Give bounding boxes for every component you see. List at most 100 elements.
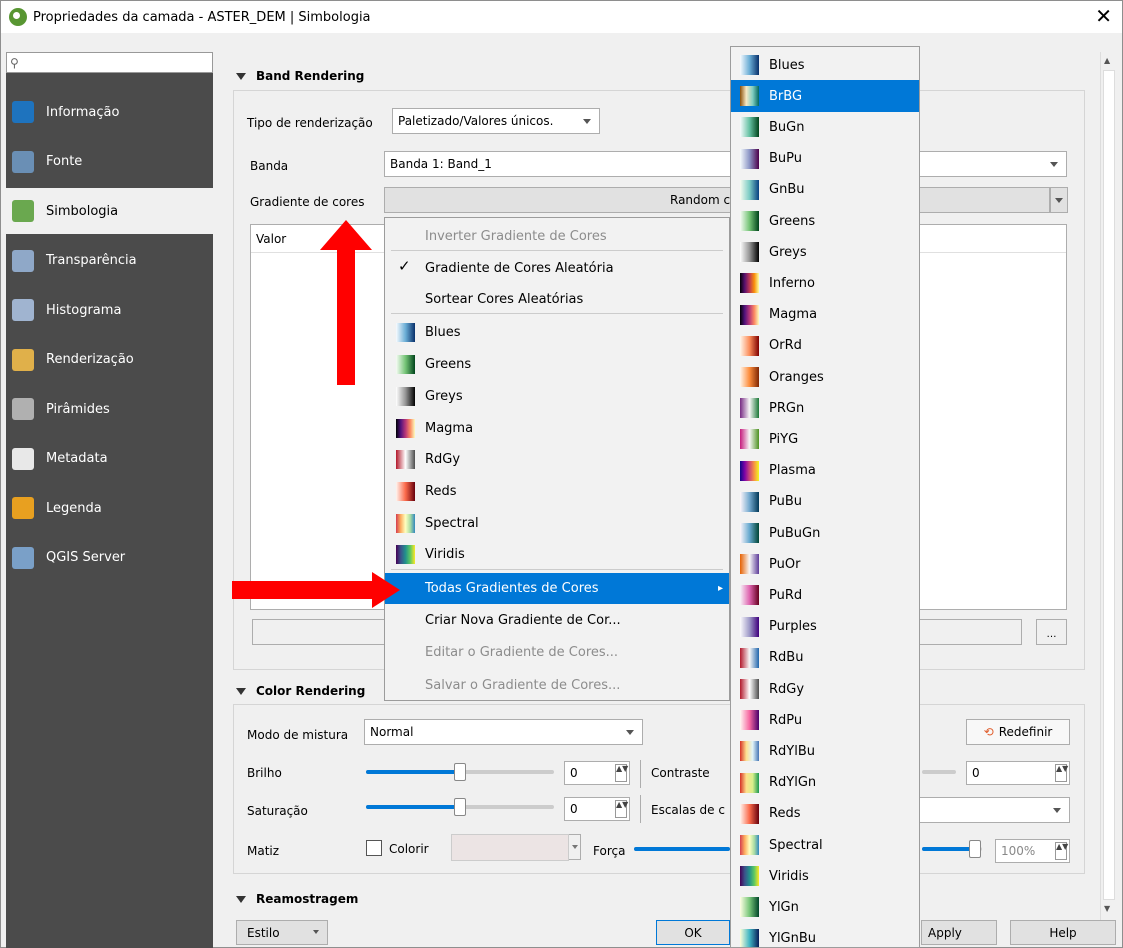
menu-item[interactable]: Todas Gradientes de Cores ▸ — [385, 573, 729, 604]
sidebar-search-input[interactable]: ⚲ — [6, 52, 213, 73]
submenu-item[interactable]: RdYlBu — [731, 735, 919, 767]
scroll-down-icon[interactable]: ▼ — [1104, 904, 1110, 913]
contrast-spinbox[interactable]: 0 ▲▼ — [966, 761, 1070, 785]
colorize-checkbox[interactable] — [366, 840, 382, 856]
submenu-item[interactable]: Inferno — [731, 267, 919, 299]
more-options-button[interactable]: … — [1036, 619, 1067, 645]
gradient-menu-button[interactable] — [1050, 187, 1068, 213]
submenu-item[interactable]: Spectral — [731, 829, 919, 861]
help-button[interactable]: Help — [1010, 920, 1116, 945]
submenu-item-label: RdYlGn — [769, 775, 817, 791]
menu-item[interactable]: RdGy — [385, 444, 729, 475]
submenu-item[interactable]: RdPu — [731, 704, 919, 736]
submenu-item[interactable]: Oranges — [731, 361, 919, 393]
saturation-slider[interactable] — [366, 798, 554, 816]
menu-item-label: Viridis — [425, 547, 465, 562]
brightness-slider[interactable] — [366, 763, 554, 781]
menu-item[interactable]: Reds — [385, 476, 729, 507]
blend-mode-value: Normal — [370, 725, 414, 739]
colorize-color-button[interactable] — [451, 834, 569, 861]
submenu-item[interactable]: BuGn — [731, 111, 919, 143]
gradient-button[interactable]: Random c — [384, 187, 1050, 213]
strength-thumb[interactable] — [969, 840, 981, 858]
contrast-slider[interactable] — [922, 770, 956, 774]
apply-button[interactable]: Apply — [921, 920, 997, 945]
menu-item[interactable]: Spectral — [385, 508, 729, 539]
menu-item[interactable]: Magma — [385, 413, 729, 444]
band-rendering-header[interactable]: Band Rendering — [236, 69, 364, 83]
content-scrollbar[interactable]: ▲ ▼ — [1100, 52, 1116, 922]
submenu-item[interactable]: PuRd — [731, 579, 919, 611]
spin-arrows-icon[interactable]: ▲▼ — [1055, 842, 1068, 860]
brightness-thumb[interactable] — [454, 763, 466, 781]
strength-slider[interactable] — [634, 847, 730, 851]
submenu-item[interactable]: Viridis — [731, 860, 919, 892]
colorize-color-menu[interactable] — [569, 834, 581, 860]
submenu-item[interactable]: PRGn — [731, 392, 919, 424]
ok-button[interactable]: OK — [656, 920, 730, 945]
submenu-item[interactable]: YlGn — [731, 891, 919, 923]
strength-slider-end[interactable] — [922, 840, 982, 858]
strength-label: Força — [593, 844, 626, 858]
submenu-item[interactable]: Plasma — [731, 455, 919, 487]
sidebar-item-informação[interactable]: Informação — [6, 89, 213, 135]
saturation-spinbox[interactable]: 0 ▲▼ — [564, 797, 630, 821]
submenu-item[interactable]: RdBu — [731, 642, 919, 674]
submenu-item[interactable]: Magma — [731, 299, 919, 331]
submenu-item[interactable]: GnBu — [731, 174, 919, 206]
menu-item[interactable]: Sortear Cores Aleatórias — [385, 284, 729, 315]
submenu-item[interactable]: Purples — [731, 611, 919, 643]
sidebar-item-fonte[interactable]: Fonte — [6, 139, 213, 185]
blend-mode-select[interactable]: Normal — [364, 719, 643, 745]
menu-item[interactable]: Viridis — [385, 539, 729, 570]
spin-arrows-icon[interactable]: ▲▼ — [615, 764, 628, 782]
menu-item[interactable]: Greys — [385, 381, 729, 412]
reset-button[interactable]: ⟲ Redefinir — [966, 719, 1070, 745]
submenu-item[interactable]: Greens — [731, 205, 919, 237]
submenu-item[interactable]: Blues — [731, 49, 919, 81]
submenu-item[interactable]: RdGy — [731, 673, 919, 705]
spin-arrows-icon[interactable]: ▲▼ — [615, 800, 628, 818]
submenu-item[interactable]: PuBuGn — [731, 517, 919, 549]
submenu-item[interactable]: BrBG — [731, 80, 919, 113]
submenu-item[interactable]: Greys — [731, 236, 919, 268]
sidebar-item-legenda[interactable]: Legenda — [6, 485, 213, 531]
sidebar-item-simbologia[interactable]: Simbologia — [6, 188, 213, 234]
saturation-thumb[interactable] — [454, 798, 466, 816]
sidebar-item-pirâmides[interactable]: Pirâmides — [6, 386, 213, 432]
sidebar-item-metadata[interactable]: Metadata — [6, 436, 213, 482]
style-button[interactable]: Estilo — [236, 920, 328, 945]
submenu-item[interactable]: BuPu — [731, 143, 919, 175]
scrollbar-thumb[interactable] — [1103, 70, 1115, 900]
sidebar-item-qgis-server[interactable]: QGIS Server — [6, 535, 213, 581]
color-rendering-header[interactable]: Color Rendering — [236, 684, 365, 698]
submenu-item[interactable]: RdYlGn — [731, 767, 919, 799]
sidebar-item-histograma[interactable]: Histograma — [6, 287, 213, 333]
contrast-value: 0 — [972, 766, 980, 780]
submenu-item[interactable]: OrRd — [731, 330, 919, 362]
sidebar-item-transparência[interactable]: Transparência — [6, 238, 213, 284]
submenu-item[interactable]: PuOr — [731, 548, 919, 580]
qgis-logo-icon — [9, 8, 27, 26]
resampling-header[interactable]: Reamostragem — [236, 892, 358, 906]
band-select[interactable]: Banda 1: Band_1 — [384, 151, 1067, 177]
menu-item[interactable]: Blues — [385, 317, 729, 348]
submenu-item[interactable]: PuBu — [731, 486, 919, 518]
render-type-select[interactable]: Paletizado/Valores únicos. — [392, 108, 600, 134]
menu-item[interactable]: Greens — [385, 349, 729, 380]
submenu-item[interactable]: Reds — [731, 798, 919, 830]
spin-arrows-icon[interactable]: ▲▼ — [1055, 764, 1068, 782]
strength-spinbox[interactable]: 100% ▲▼ — [995, 839, 1070, 863]
scroll-up-icon[interactable]: ▲ — [1104, 56, 1110, 65]
submenu-arrow-icon: ▸ — [717, 583, 723, 594]
menu-item[interactable]: ✓ Gradiente de Cores Aleatória — [385, 253, 729, 284]
menu-item-label: RdGy — [425, 452, 461, 467]
submenu-item[interactable]: PiYG — [731, 423, 919, 455]
grayscale-select[interactable] — [919, 797, 1070, 823]
menu-item[interactable]: Criar Nova Gradiente de Cor... — [385, 605, 729, 636]
close-icon[interactable]: ✕ — [1095, 5, 1112, 27]
submenu-item[interactable]: YlGnBu — [731, 923, 919, 947]
sidebar-item-renderização[interactable]: Renderização — [6, 337, 213, 383]
menu-item-label: Todas Gradientes de Cores — [425, 581, 599, 596]
brightness-spinbox[interactable]: 0 ▲▼ — [564, 761, 630, 785]
